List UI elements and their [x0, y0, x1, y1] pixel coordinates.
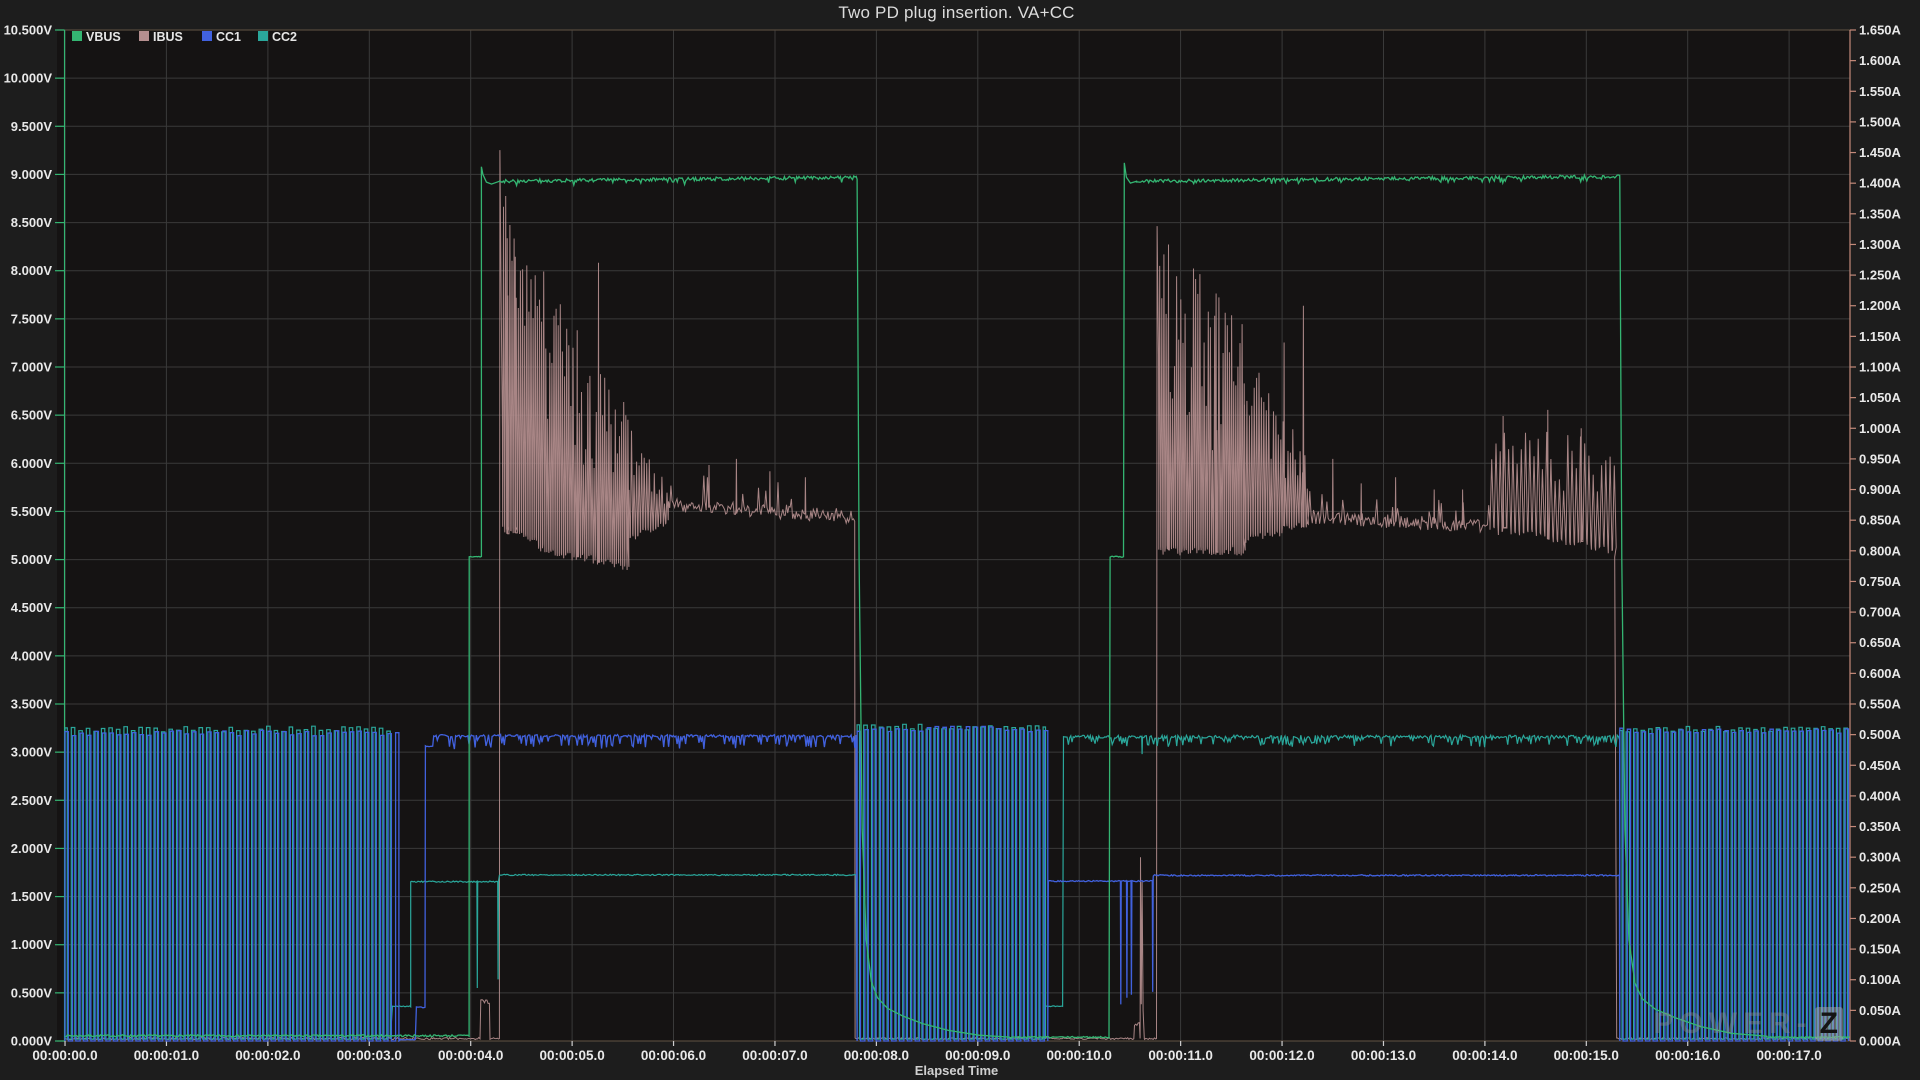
y-axis-right: 1.650A 1.600A 1.550A 1.500A 1.450A 1.400A 1.35…	[1850, 23, 1902, 1049]
y-axis-left: 10.500V 10.000V 9.500V 9.000V 8.500V 8.000V 7.…	[4, 23, 65, 1049]
x-tick-label: 00:00:10.0	[1047, 1048, 1112, 1063]
y-right-tick-label: 0.550A	[1859, 697, 1902, 712]
y-left-tick-label: 3.500V	[11, 697, 53, 712]
y-left-tick-label: 10.500V	[4, 23, 53, 38]
power-z-chart-window: Two PD plug insertion. VA+CC 10.500V10.0…	[0, 0, 1920, 1080]
legend-label: CC1	[216, 30, 241, 44]
y-right-tick-label: 1.350A	[1859, 206, 1902, 221]
y-left-tick-label: 9.000V	[11, 167, 53, 182]
x-tick-label: 00:00:11.0	[1148, 1048, 1213, 1063]
x-tick-label: 00:00:03.0	[337, 1048, 402, 1063]
watermark-text: POWER-	[1653, 1007, 1812, 1040]
x-tick-label: 00:00:02.0	[235, 1048, 300, 1063]
y-left-tick-label: 7.500V	[11, 311, 53, 326]
y-right-tick-label: 0.750A	[1859, 574, 1902, 589]
y-right-tick-label: 1.600A	[1859, 53, 1902, 68]
y-right-tick-label: 0.850A	[1859, 513, 1902, 528]
y-left-tick-label: 10.000V	[4, 71, 53, 86]
y-right-tick-label: 0.250A	[1859, 880, 1902, 895]
y-right-tick-label: 0.800A	[1859, 543, 1902, 558]
x-tick-label: 00:00:01.0	[134, 1048, 199, 1063]
y-left-tick-label: 9.500V	[11, 119, 53, 134]
y-left-tick-label: 6.500V	[11, 408, 53, 423]
y-right-tick-label: 0.700A	[1859, 605, 1902, 620]
x-tick-label: 00:00:04.0	[438, 1048, 503, 1063]
watermark-z-badge: Z	[1815, 1007, 1843, 1041]
y-left-tick-label: 6.000V	[11, 456, 53, 471]
y-right-tick-label: 1.450A	[1859, 145, 1902, 160]
y-right-tick-label: 1.100A	[1859, 360, 1902, 375]
y-right-tick-label: 0.300A	[1859, 850, 1902, 865]
chart-canvas: 10.500V 10.000V 9.500V 9.000V 8.500V 8.000V 7.…	[0, 0, 1920, 1080]
y-right-tick-label: 0.150A	[1859, 942, 1902, 957]
y-right-tick-label: 0.900A	[1859, 482, 1902, 497]
y-right-tick-label: 0.450A	[1859, 758, 1902, 773]
x-tick-label: 00:00:17.0	[1756, 1048, 1821, 1063]
y-left-tick-label: 5.500V	[11, 504, 53, 519]
legend-label: VBUS	[86, 30, 121, 44]
x-tick-label: 00:00:08.0	[844, 1048, 909, 1063]
y-right-tick-label: 0.650A	[1859, 635, 1902, 650]
y-left-tick-label: 4.000V	[11, 648, 53, 663]
x-tick-label: 00:00:09.0	[945, 1048, 1010, 1063]
y-left-tick-label: 8.500V	[11, 215, 53, 230]
x-tick-label: 00:00:07.0	[742, 1048, 807, 1063]
vbus-swatch	[72, 31, 82, 41]
y-left-tick-label: 2.500V	[11, 793, 53, 808]
y-right-tick-label: 1.000A	[1859, 421, 1902, 436]
y-left-tick-label: 4.500V	[11, 600, 53, 615]
cc1-swatch	[202, 31, 212, 41]
y-right-tick-label: 1.300A	[1859, 237, 1902, 252]
y-right-tick-label: 0.050A	[1859, 1003, 1902, 1018]
y-right-tick-label: 1.400A	[1859, 176, 1902, 191]
x-axis: 00:00:00.0 00:00:01.0 00:00:02.0 00:00:03.0…	[32, 1041, 1821, 1063]
y-left-tick-label: 0.000V	[11, 1034, 53, 1049]
x-tick-label: 00:00:00.0	[32, 1048, 97, 1063]
y-left-tick-label: 3.000V	[11, 745, 53, 760]
y-left-tick-label: 8.000V	[11, 263, 53, 278]
x-axis-title: Elapsed Time	[63, 1063, 1850, 1078]
x-tick-label: 00:00:16.0	[1655, 1048, 1720, 1063]
y-right-tick-label: 0.400A	[1859, 788, 1902, 803]
x-tick-label: 00:00:06.0	[641, 1048, 706, 1063]
y-right-tick-label: 1.650A	[1859, 23, 1902, 38]
y-right-tick-label: 0.100A	[1859, 972, 1902, 987]
y-left-tick-label: 7.000V	[11, 360, 53, 375]
y-right-tick-label: 0.200A	[1859, 911, 1902, 926]
y-left-tick-label: 1.500V	[11, 889, 53, 904]
y-right-tick-label: 1.550A	[1859, 84, 1902, 99]
y-right-tick-label: 0.500A	[1859, 727, 1902, 742]
y-right-tick-label: 1.250A	[1859, 268, 1902, 283]
y-left-tick-label: 0.500V	[11, 985, 53, 1000]
legend-label: CC2	[272, 30, 297, 44]
x-tick-label: 00:00:13.0	[1351, 1048, 1416, 1063]
y-left-tick-label: 2.000V	[11, 841, 53, 856]
x-tick-label: 00:00:14.0	[1452, 1048, 1517, 1063]
cc2-swatch	[258, 31, 268, 41]
power-z-watermark: POWER-Z	[1653, 1007, 1843, 1041]
y-right-tick-label: 0.600A	[1859, 666, 1902, 681]
y-right-tick-label: 1.500A	[1859, 114, 1902, 129]
y-right-tick-label: 0.000A	[1859, 1034, 1902, 1049]
legend-label: IBUS	[153, 30, 183, 44]
y-right-tick-label: 0.950A	[1859, 451, 1902, 466]
x-tick-label: 00:00:12.0	[1249, 1048, 1314, 1063]
y-right-tick-label: 1.050A	[1859, 390, 1902, 405]
y-left-tick-label: 5.000V	[11, 552, 53, 567]
ibus-swatch	[139, 31, 149, 41]
x-tick-label: 00:00:05.0	[539, 1048, 604, 1063]
y-right-tick-label: 1.150A	[1859, 329, 1902, 344]
x-tick-label: 00:00:15.0	[1554, 1048, 1619, 1063]
y-right-tick-label: 0.350A	[1859, 819, 1902, 834]
y-right-tick-label: 1.200A	[1859, 298, 1902, 313]
y-left-tick-label: 1.000V	[11, 937, 53, 952]
